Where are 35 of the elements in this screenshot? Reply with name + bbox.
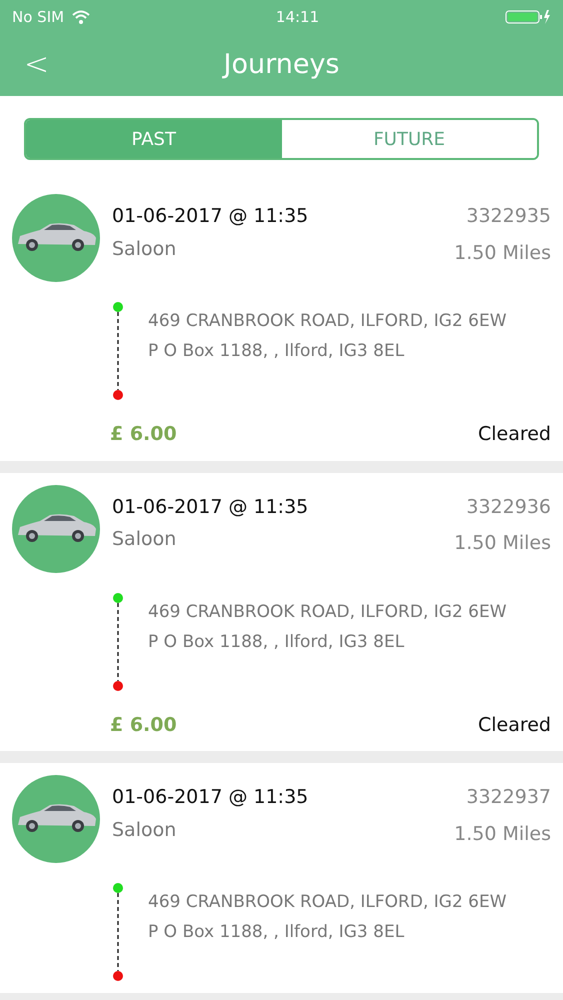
dropoff-address: P O Box 1188, , Ilford, IG3 8EL: [148, 921, 406, 943]
journey-reference: 3322936: [466, 494, 551, 520]
page-title: Journeys: [224, 48, 340, 82]
segment-tab[interactable]: PAST: [26, 120, 282, 158]
route-icon: [112, 883, 124, 981]
vehicle-type: Saloon: [112, 527, 176, 552]
wifi-icon: [72, 10, 90, 24]
pickup-address: 469 CRANBROOK ROAD, ILFORD, IG2 6EW: [148, 600, 507, 622]
journey-datetime: 01-06-2017 @ 11:35: [112, 204, 308, 229]
journey-distance: 1.50 Miles: [454, 531, 551, 556]
journey-reference: 3322935: [466, 204, 551, 229]
journey-datetime: 01-06-2017 @ 11:35: [112, 785, 308, 810]
journey-price: £ 6.00: [110, 712, 177, 738]
journey-status: Cleared: [478, 712, 551, 738]
vehicle-type: Saloon: [112, 236, 176, 262]
battery-icon: [504, 9, 551, 25]
journey-status: Cleared: [478, 422, 551, 447]
back-button[interactable]: <: [24, 50, 50, 80]
dropoff-address: P O Box 1188, , Ilford, IG3 8EL: [148, 630, 406, 652]
clock: 14:11: [276, 6, 320, 28]
car-icon: [12, 775, 100, 863]
pickup-address: 469 CRANBROOK ROAD, ILFORD, IG2 6EW: [148, 310, 507, 332]
journey-distance: 1.50 Miles: [454, 822, 551, 846]
journey-datetime: 01-06-2017 @ 11:35: [112, 494, 308, 520]
car-icon: [12, 194, 100, 282]
journey-reference: 3322937: [466, 785, 551, 810]
carrier-label: No SIM: [12, 6, 64, 28]
dropoff-address: P O Box 1188, , Ilford, IG3 8EL: [148, 340, 406, 362]
vehicle-type: Saloon: [112, 818, 176, 842]
route-icon: [112, 592, 124, 690]
car-icon: [12, 484, 100, 572]
journey-price: £ 6.00: [110, 422, 177, 447]
pickup-address: 469 CRANBROOK ROAD, ILFORD, IG2 6EW: [148, 891, 507, 913]
journey-distance: 1.50 Miles: [454, 240, 551, 266]
route-icon: [112, 302, 124, 400]
